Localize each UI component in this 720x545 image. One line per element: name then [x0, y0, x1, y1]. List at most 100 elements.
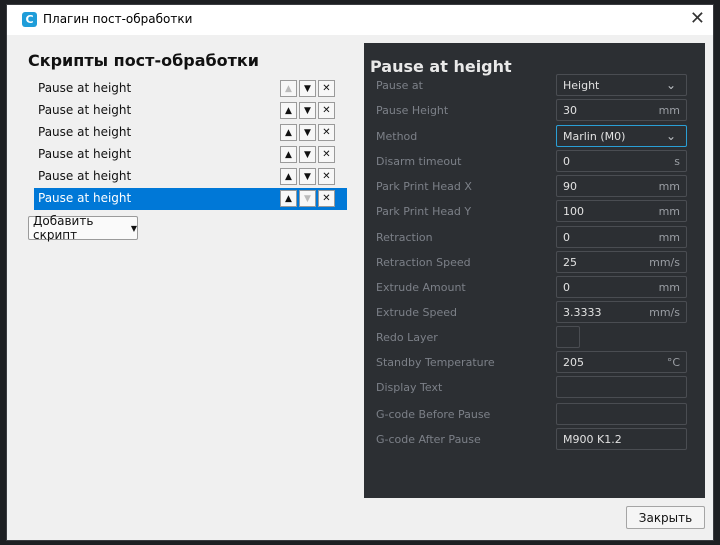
- setting-input[interactable]: 0s: [556, 150, 687, 172]
- setting-value: 0: [563, 155, 570, 168]
- setting-value: 25: [563, 256, 577, 269]
- setting-input[interactable]: 3.3333 mm/s: [556, 301, 687, 323]
- setting-input[interactable]: [556, 376, 687, 398]
- setting-dropdown[interactable]: Marlin (M0) ⌄: [556, 125, 687, 147]
- setting-unit: mm: [658, 231, 680, 244]
- title-bar: C Плагин пост-обработки ✕: [7, 5, 713, 35]
- window-title: Плагин пост-обработки: [43, 12, 193, 26]
- setting-row: Extrude Amount 0 mm: [364, 276, 705, 300]
- remove-script-button[interactable]: ✕: [318, 190, 335, 207]
- script-row[interactable]: Pause at height ▲ ▼ ✕: [34, 100, 347, 122]
- move-down-button[interactable]: ▼: [299, 190, 316, 207]
- dropdown-arrow-icon: ▼: [130, 223, 137, 233]
- move-up-button[interactable]: ▲: [280, 102, 297, 119]
- move-up-button[interactable]: ▲: [280, 80, 297, 97]
- setting-unit: s: [674, 155, 680, 168]
- setting-label: Disarm timeout: [376, 155, 462, 168]
- setting-value: 0: [563, 231, 570, 244]
- footer: [7, 500, 713, 540]
- setting-value: Height: [563, 79, 600, 92]
- setting-input[interactable]: M900 K1.2: [556, 428, 687, 450]
- move-down-button[interactable]: ▼: [299, 168, 316, 185]
- script-label: Pause at height: [38, 147, 132, 161]
- move-up-button[interactable]: ▲: [280, 190, 297, 207]
- setting-label: Retraction Speed: [376, 256, 471, 269]
- remove-script-button[interactable]: ✕: [318, 124, 335, 141]
- setting-input[interactable]: 0 mm: [556, 226, 687, 248]
- setting-value: Marlin (M0): [563, 130, 626, 143]
- settings-panel: Pause at height Pause at Height ⌄ Pause Hei…: [364, 43, 705, 498]
- setting-row: Display Text: [364, 376, 705, 400]
- setting-row: G-code Before Pause: [364, 403, 705, 427]
- setting-label: Extrude Speed: [376, 306, 457, 319]
- setting-label: Park Print Head Y: [376, 205, 472, 218]
- setting-unit: mm: [658, 281, 680, 294]
- script-label: Pause at height: [38, 169, 132, 183]
- setting-input[interactable]: 0 mm: [556, 276, 687, 298]
- setting-row: Park Print Head X 90 mm: [364, 175, 705, 199]
- setting-label: Method: [376, 130, 418, 143]
- script-row[interactable]: Pause at height ▲ ▼ ✕: [34, 166, 347, 188]
- setting-label: G-code After Pause: [376, 433, 481, 446]
- setting-value: M900 K1.2: [563, 433, 622, 446]
- move-down-button[interactable]: ▼: [299, 80, 316, 97]
- setting-row: Park Print Head Y 100 mm: [364, 200, 705, 224]
- script-label: Pause at height: [38, 103, 132, 117]
- script-row-selected[interactable]: Pause at height ▲ ▼ ✕: [34, 188, 347, 210]
- script-label: Pause at height: [38, 191, 132, 205]
- move-up-button[interactable]: ▲: [280, 146, 297, 163]
- setting-value: 0: [563, 281, 570, 294]
- remove-script-button[interactable]: ✕: [318, 168, 335, 185]
- setting-unit: mm: [658, 180, 680, 193]
- setting-row: Extrude Speed 3.3333 mm/s: [364, 301, 705, 325]
- setting-label: Display Text: [376, 381, 443, 394]
- script-label: Pause at height: [38, 81, 132, 95]
- setting-label: G-code Before Pause: [376, 408, 491, 421]
- setting-label: Pause at: [376, 79, 423, 92]
- setting-input[interactable]: 100 mm: [556, 200, 687, 222]
- setting-input[interactable]: 90 mm: [556, 175, 687, 197]
- script-row[interactable]: Pause at height ▲ ▼ ✕: [34, 144, 347, 166]
- chevron-down-icon: ⌄: [665, 129, 676, 143]
- setting-value: 30: [563, 104, 577, 117]
- setting-input[interactable]: [556, 403, 687, 425]
- script-list: Pause at height ▲ ▼ ✕ Pause at height ▲ …: [34, 78, 347, 210]
- move-down-button[interactable]: ▼: [299, 124, 316, 141]
- setting-unit: mm: [658, 104, 680, 117]
- setting-input[interactable]: 25 mm/s: [556, 251, 687, 273]
- setting-row: Redo Layer: [364, 326, 705, 350]
- cura-logo-icon: C: [22, 12, 37, 27]
- setting-input[interactable]: 205 °C: [556, 351, 687, 373]
- script-row[interactable]: Pause at height ▲ ▼ ✕: [34, 122, 347, 144]
- script-label: Pause at height: [38, 125, 132, 139]
- setting-checkbox[interactable]: [556, 326, 580, 348]
- setting-unit: °C: [666, 356, 680, 369]
- move-down-button[interactable]: ▼: [299, 102, 316, 119]
- remove-script-button[interactable]: ✕: [318, 146, 335, 163]
- setting-value: 90: [563, 180, 577, 193]
- move-up-button[interactable]: ▲: [280, 168, 297, 185]
- remove-script-button[interactable]: ✕: [318, 80, 335, 97]
- move-up-button[interactable]: ▲: [280, 124, 297, 141]
- setting-value: 100: [563, 205, 584, 218]
- chevron-down-icon: ⌄: [665, 78, 676, 92]
- setting-label: Standby Temperature: [376, 356, 495, 369]
- close-button[interactable]: Закрыть: [626, 506, 705, 529]
- add-script-button[interactable]: Добавить скрипт ▼: [28, 214, 138, 242]
- setting-row: G-code After Pause M900 K1.2: [364, 428, 705, 452]
- close-icon[interactable]: ✕: [690, 8, 705, 29]
- move-down-button[interactable]: ▼: [299, 146, 316, 163]
- setting-unit: mm/s: [649, 256, 680, 269]
- script-row[interactable]: Pause at height ▲ ▼ ✕: [34, 78, 347, 100]
- setting-row: Disarm timeout 0 s: [364, 150, 705, 174]
- post-processing-dialog: C Плагин пост-обработки ✕ Скрипты пост-о…: [7, 5, 713, 540]
- setting-label: Retraction: [376, 231, 433, 244]
- remove-script-button[interactable]: ✕: [318, 102, 335, 119]
- setting-row: Pause Height 30 mm: [364, 99, 705, 123]
- setting-row: Retraction Speed 25 mm/s: [364, 251, 705, 275]
- setting-dropdown[interactable]: Height ⌄: [556, 74, 687, 96]
- setting-row: Pause at Height ⌄: [364, 74, 705, 98]
- setting-unit: mm/s: [649, 306, 680, 319]
- setting-label: Redo Layer: [376, 331, 438, 344]
- setting-input[interactable]: 30 mm: [556, 99, 687, 121]
